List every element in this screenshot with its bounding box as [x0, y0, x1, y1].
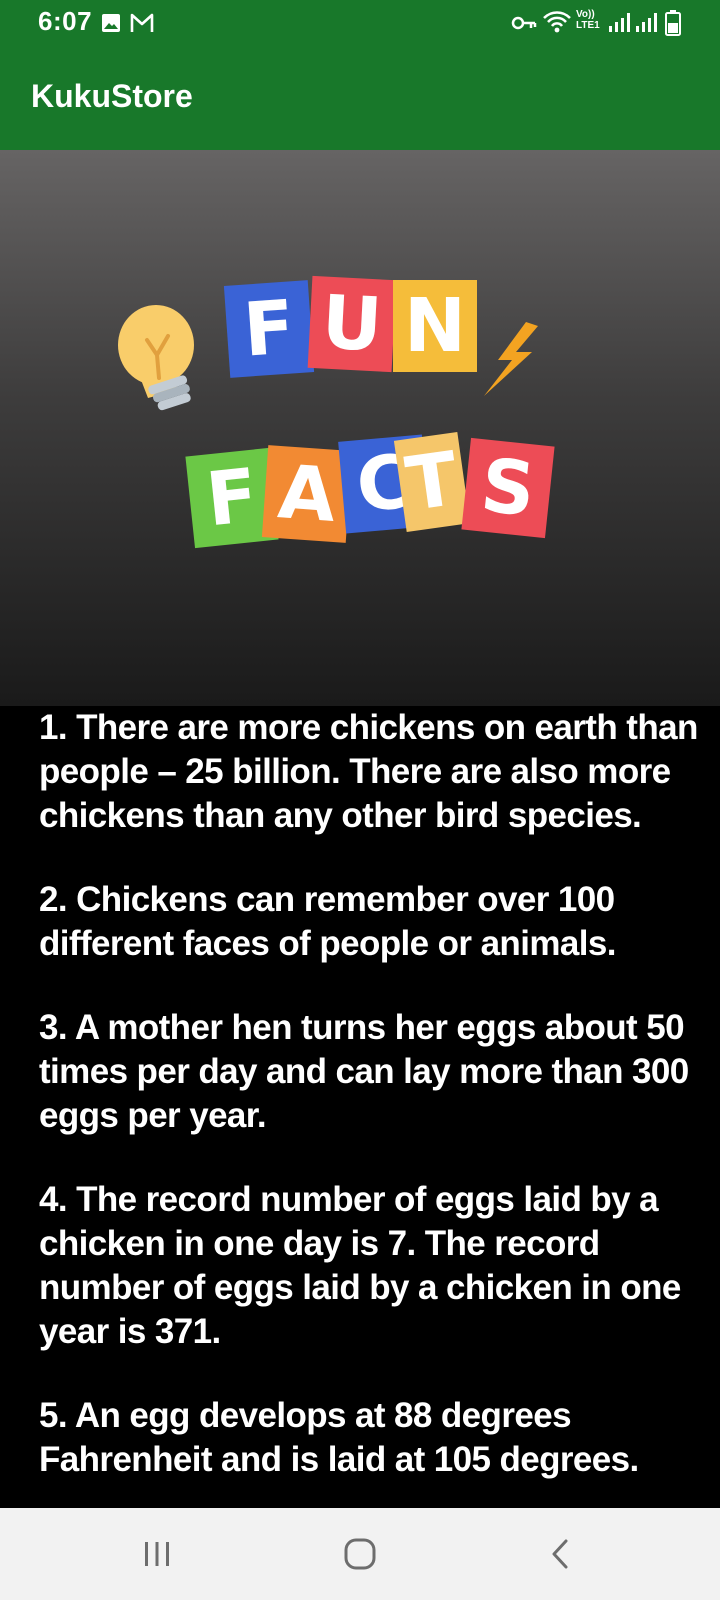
app-bar: KukuStore — [0, 48, 720, 150]
recent-apps-icon — [145, 1542, 169, 1566]
facts-scroll-area[interactable]: 1. There are more chickens on earth than… — [0, 706, 720, 1508]
status-time: 6:07 — [38, 6, 93, 36]
signal-icon — [609, 13, 630, 32]
back-icon — [552, 1539, 568, 1569]
banner-letter-n: N — [393, 280, 477, 372]
home-icon — [344, 1538, 376, 1570]
volte-icon: Vo)) LTE1 — [576, 9, 606, 31]
fact-item: 2. Chickens can remember over 100 differ… — [39, 880, 616, 963]
lightning-icon — [484, 322, 538, 396]
navigation-bar — [0, 1508, 720, 1600]
recent-apps-button[interactable] — [117, 1526, 197, 1582]
fact-item: 4. The record number of eggs laid by a c… — [39, 1180, 681, 1351]
fun-facts-banner: F U N F A C T S — [0, 150, 720, 706]
image-icon — [102, 14, 120, 32]
back-button[interactable] — [520, 1526, 600, 1582]
volte-top: Vo)) — [576, 9, 595, 20]
fact-item: 5. An egg develops at 88 degrees Fahrenh… — [39, 1396, 639, 1479]
signal-icon — [636, 13, 657, 32]
fact-item: 3. A mother hen turns her eggs about 50 … — [39, 1008, 689, 1135]
banner-letter-a: A — [261, 445, 353, 543]
vpn-key-icon — [511, 16, 537, 30]
banner-letter-f: F — [223, 280, 315, 378]
battery-icon — [665, 10, 681, 36]
banner-letter-t: T — [393, 431, 471, 533]
wifi-icon — [543, 11, 571, 33]
home-button[interactable] — [320, 1526, 400, 1582]
gmail-icon — [130, 13, 154, 32]
screen: 6:07 Vo)) LTE1 KukuStore F U N F A C T S… — [0, 0, 720, 1600]
status-bar: 6:07 Vo)) LTE1 — [0, 0, 720, 48]
volte-bottom: LTE1 — [576, 20, 600, 31]
banner-letter-s: S — [461, 437, 555, 539]
banner-letter-u: U — [307, 275, 397, 373]
fact-item: 1. There are more chickens on earth than… — [39, 708, 698, 835]
app-title: KukuStore — [31, 78, 193, 114]
lightbulb-icon — [118, 305, 194, 411]
